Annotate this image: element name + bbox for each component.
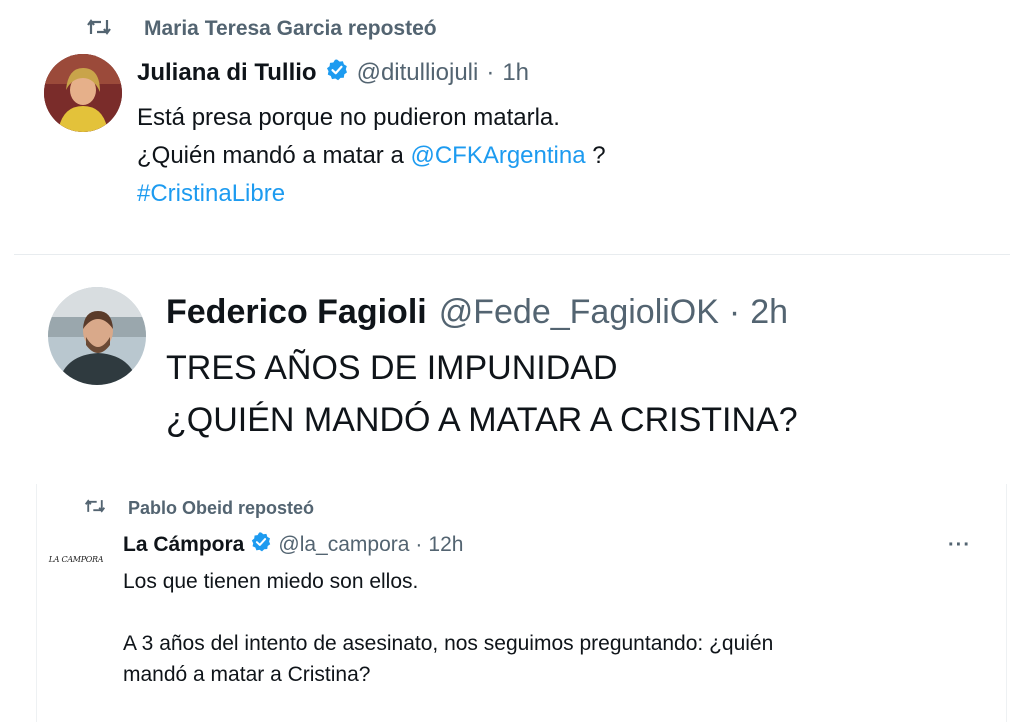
repost-label[interactable]: Maria Teresa Garcia reposteó [144,17,437,41]
tweet-line: TRES AÑOS DE IMPUNIDAD [166,349,618,387]
divider [14,254,1010,255]
tweet-header: Federico Fagioli @Fede_FagioliOK · 2h [166,292,788,332]
repost-header: Pablo Obeid reposteó [84,496,314,520]
tweet-line: Está presa porque no pudieron matarla. [137,104,560,131]
verified-badge-icon [325,58,349,89]
author-name[interactable]: La Cámpora [123,533,244,557]
card-right-border [1006,484,1007,722]
card-left-border [36,484,37,722]
tweet-line: mandó a matar a Cristina? [123,663,371,686]
tweet-line: ¿QUIÉN MANDÓ A MATAR A CRISTINA? [166,401,798,439]
separator: · [415,533,423,556]
tweet-header: La Cámpora @la_campora · 12h [123,532,463,558]
avatar-logo-text: LA CAMPORA [48,554,104,564]
author-handle[interactable]: @ditulliojuli [357,59,479,87]
author-name[interactable]: Juliana di Tullio [137,59,317,87]
repost-label[interactable]: Pablo Obeid reposteó [128,498,314,519]
avatar[interactable]: LA CAMPORA [48,549,104,569]
repost-header: Maria Teresa Garcia reposteó [86,16,437,42]
timestamp[interactable]: 1h [502,59,529,87]
separator: · [486,59,495,86]
author-name[interactable]: Federico Fagioli [166,293,427,332]
tweet-line: ¿Quién mandó a matar a @CFKArgentina ? [137,137,606,175]
avatar[interactable] [44,54,122,132]
tweet-text-fragment: ¿Quién mandó a matar a [137,142,411,169]
repost-icon [84,497,114,520]
avatar[interactable] [48,287,146,385]
timestamp[interactable]: 2h [750,293,788,332]
repost-icon [86,17,120,42]
more-icon[interactable]: ··· [948,532,971,558]
tweet-text: Los que tienen miedo son ellos. A 3 años… [123,566,773,690]
hashtag-link[interactable]: #CristinaLibre [137,175,606,213]
tweet-header: Juliana di Tullio @ditulliojuli · 1h [137,58,529,88]
tweet-text: TRES AÑOS DE IMPUNIDAD ¿QUIÉN MANDÓ A MA… [166,342,798,446]
author-handle[interactable]: @la_campora [278,533,409,557]
tweet-line: A 3 años del intento de asesinato, nos s… [123,632,774,655]
tweet-text-fragment: ? [585,142,606,169]
timestamp[interactable]: 12h [428,533,463,557]
mention-link[interactable]: @CFKArgentina [410,142,585,169]
author-handle[interactable]: @Fede_FagioliOK [439,293,719,332]
separator: · [728,292,741,331]
verified-badge-icon [250,531,272,559]
tweet-text: Está presa porque no pudieron matarla. ¿… [137,99,606,213]
tweet-line: Los que tienen miedo son ellos. [123,570,419,593]
